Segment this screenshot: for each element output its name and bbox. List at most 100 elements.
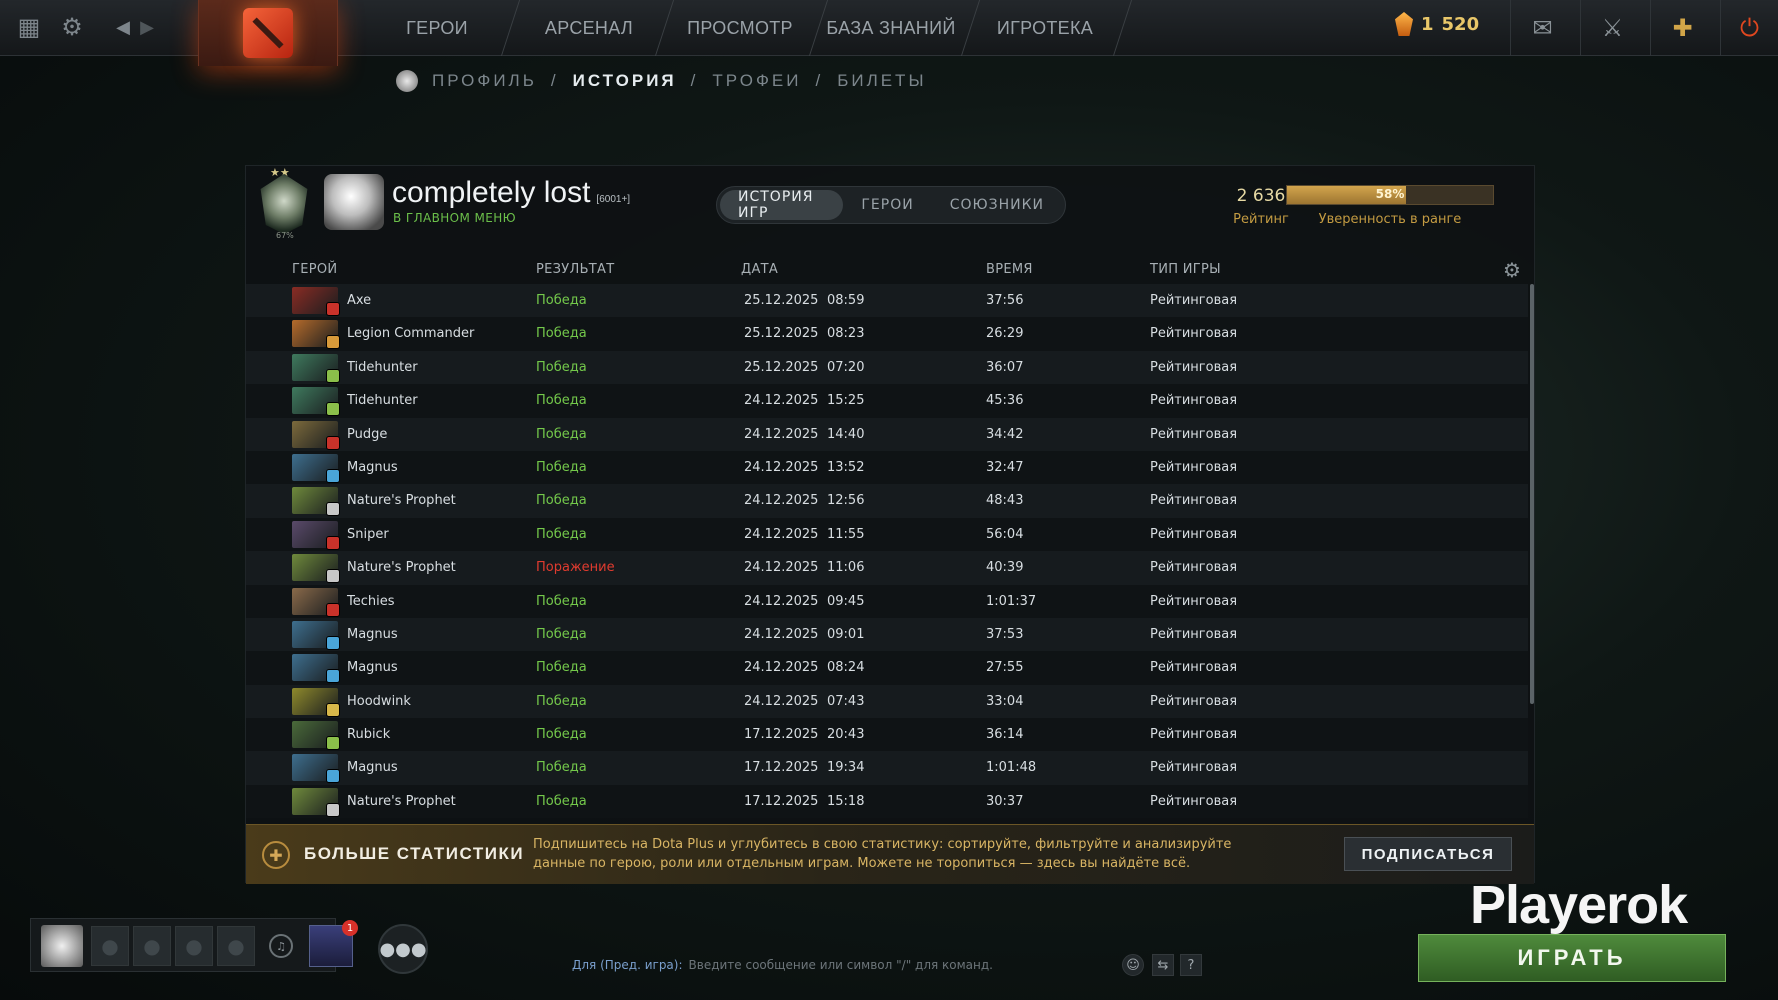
- nav-tab-knowledge-base[interactable]: БАЗА ЗНАНИЙ: [826, 0, 956, 56]
- hero-role-badge-icon: [326, 502, 340, 517]
- game-type: Рейтинговая: [1150, 793, 1238, 809]
- table-row[interactable]: Techies Победа 24.12.2025 09:45 1:01:37 Рейти…: [246, 584, 1528, 618]
- breadcrumb-trophies[interactable]: ТРОФЕИ: [712, 71, 801, 91]
- col-game-type[interactable]: ТИП ИГРЫ: [1150, 262, 1221, 277]
- party-slot-empty[interactable]: ●: [91, 926, 129, 966]
- table-row[interactable]: Tidehunter Победа 25.12.2025 07:20 36:07 Рейт…: [246, 350, 1528, 385]
- hero-portrait: [292, 721, 340, 751]
- nav-tab-armory[interactable]: АРСЕНАЛ: [530, 0, 648, 56]
- battle-pass-icon[interactable]: ⚔: [1580, 0, 1644, 56]
- match-result: Победа: [536, 793, 587, 809]
- table-row[interactable]: Magnus Победа 24.12.2025 13:52 32:47 Рейтинго…: [246, 450, 1528, 485]
- play-button[interactable]: ИГРАТЬ: [1418, 934, 1726, 982]
- match-start-time: 08:59: [827, 293, 865, 308]
- dota-plus-icon[interactable]: ✚: [1650, 0, 1714, 56]
- hero-name: Axe: [347, 293, 372, 308]
- hero-portrait: [292, 353, 340, 383]
- game-type: Рейтинговая: [1150, 326, 1238, 342]
- match-duration: 37:56: [986, 293, 1024, 308]
- nav-separator: [960, 0, 981, 56]
- table-row[interactable]: Axe Победа 25.12.2025 08:59 37:56 Рейтинговая: [246, 284, 1528, 318]
- table-row[interactable]: Hoodwink Победа 24.12.2025 07:43 33:04 Рейтин…: [246, 684, 1528, 719]
- col-date[interactable]: ДАТА: [741, 262, 778, 277]
- col-result[interactable]: РЕЗУЛЬТАТ: [536, 262, 614, 277]
- hero-role-badge-icon: [326, 602, 340, 617]
- match-duration: 32:47: [986, 459, 1024, 475]
- table-row[interactable]: Nature's Prophet Поражение 24.12.2025 11:06…: [246, 551, 1528, 585]
- player-avatar[interactable]: [324, 174, 384, 230]
- subscribe-button[interactable]: ПОДПИСАТЬСЯ: [1344, 837, 1512, 871]
- match-start-time: 19:34: [827, 760, 865, 776]
- table-row[interactable]: Pudge Победа 24.12.2025 14:40 34:42 Рейтингов…: [246, 417, 1528, 451]
- profile-header: ★★ 67% completely lost [6001+] В ГЛАВНОМ …: [246, 166, 1534, 246]
- tab-allies[interactable]: СОЮЗНИКИ: [932, 190, 1062, 220]
- party-slot-empty[interactable]: ●: [175, 926, 213, 966]
- match-duration: 26:29: [986, 326, 1024, 342]
- table-row[interactable]: Sniper Победа 24.12.2025 11:55 56:04 Рейтинго…: [246, 517, 1528, 552]
- col-time[interactable]: ВРЕМЯ: [986, 262, 1033, 277]
- match-start-time: 13:52: [827, 459, 865, 475]
- hero-name: Nature's Prophet: [347, 560, 456, 576]
- player-status: В ГЛАВНОМ МЕНЮ: [393, 211, 516, 225]
- help-icon[interactable]: ?: [1180, 954, 1202, 976]
- emoji-icon[interactable]: ☺: [1122, 954, 1144, 976]
- nav-tab-heroes[interactable]: ГЕРОИ: [384, 0, 490, 56]
- rank-medal-icon[interactable]: [260, 174, 308, 234]
- hero-name: Nature's Prophet: [347, 493, 456, 509]
- dota-logo-button[interactable]: [198, 0, 338, 66]
- dota-plus-badge-icon: ✚: [262, 841, 290, 869]
- match-list-scrollbar[interactable]: [1530, 284, 1534, 704]
- table-row[interactable]: Tidehunter Победа 24.12.2025 15:25 45:36 Рейт…: [246, 384, 1528, 418]
- hero-name: Magnus: [347, 626, 398, 642]
- table-row[interactable]: Nature's Prophet Победа 24.12.2025 12:56 48:…: [246, 484, 1528, 518]
- match-result: Победа: [536, 760, 587, 776]
- table-row[interactable]: Magnus Победа 24.12.2025 09:01 37:53 Рейтинго…: [246, 617, 1528, 652]
- hero-name: Hoodwink: [347, 693, 411, 709]
- breadcrumb-profile[interactable]: ПРОФИЛЬ: [432, 71, 537, 91]
- hero-portrait: [292, 453, 340, 483]
- rank-confidence-percent: 58%: [1375, 187, 1405, 201]
- match-result: Поражение: [536, 560, 615, 576]
- breadcrumb-tickets[interactable]: БИЛЕТЫ: [837, 71, 926, 91]
- inventory-item-icon[interactable]: 1: [309, 920, 358, 967]
- breadcrumb-separator: /: [550, 71, 559, 90]
- table-row[interactable]: Nature's Prophet Победа 17.12.2025 15:18 30:…: [246, 784, 1528, 819]
- dashboard-icon[interactable]: ▦: [12, 10, 46, 44]
- party-leader-avatar[interactable]: [41, 925, 83, 967]
- hero-name: Rubick: [347, 727, 391, 743]
- match-list: Axe Победа 25.12.2025 08:59 37:56 Рейтинговая…: [246, 284, 1528, 822]
- breadcrumb-history[interactable]: ИСТОРИЯ: [573, 71, 677, 91]
- chat-channel[interactable]: Для (Пред. игра):: [572, 958, 683, 972]
- mail-icon[interactable]: ✉: [1510, 0, 1574, 56]
- party-slot-empty[interactable]: ●: [133, 926, 171, 966]
- hero-portrait: [292, 320, 340, 350]
- nav-tab-watch[interactable]: ПРОСМОТР: [678, 0, 802, 56]
- chat-wheel-icon[interactable]: ⇆: [1152, 954, 1174, 976]
- forward-arrow-icon[interactable]: ▶: [130, 10, 164, 44]
- table-settings-gear-icon[interactable]: ⚙: [1500, 258, 1524, 282]
- match-duration: 1:01:37: [986, 593, 1037, 609]
- party-slot-empty[interactable]: ●: [217, 926, 255, 966]
- game-type: Рейтинговая: [1150, 393, 1238, 409]
- match-result: Победа: [536, 426, 587, 442]
- settings-gear-icon[interactable]: ⚙: [55, 10, 89, 44]
- table-row[interactable]: Legion Commander Победа 25.12.2025 08:23 26:…: [246, 317, 1528, 351]
- voice-chat-icon[interactable]: ♫: [269, 934, 293, 958]
- match-date: 24.12.2025: [744, 393, 819, 409]
- nav-tab-arcade[interactable]: ИГРОТЕКА: [982, 0, 1108, 56]
- tab-match-history[interactable]: ИСТОРИЯ ИГР: [720, 189, 844, 221]
- table-row[interactable]: Magnus Победа 17.12.2025 19:34 1:01:48 Рейтин…: [246, 751, 1528, 785]
- table-row[interactable]: Rubick Победа 17.12.2025 20:43 36:14 Рейтинго…: [246, 718, 1528, 752]
- social-hub-icon[interactable]: ●●●: [378, 924, 428, 974]
- hero-portrait: [292, 620, 340, 650]
- col-hero[interactable]: ГЕРОЙ: [292, 262, 337, 277]
- banner-title: БОЛЬШЕ СТАТИСТИКИ: [304, 844, 525, 863]
- dota-plus-banner: ✚ БОЛЬШЕ СТАТИСТИКИ Подпишитесь на Dota …: [246, 824, 1534, 884]
- match-result: Победа: [536, 293, 587, 308]
- power-icon[interactable]: ⏻: [1720, 0, 1778, 56]
- hero-role-badge-icon: [326, 335, 340, 350]
- shards-currency[interactable]: 1 520: [1395, 12, 1479, 36]
- tab-heroes[interactable]: ГЕРОИ: [843, 190, 931, 220]
- table-row[interactable]: Magnus Победа 24.12.2025 08:24 27:55 Рейтинго…: [246, 651, 1528, 685]
- hero-portrait: [292, 787, 340, 817]
